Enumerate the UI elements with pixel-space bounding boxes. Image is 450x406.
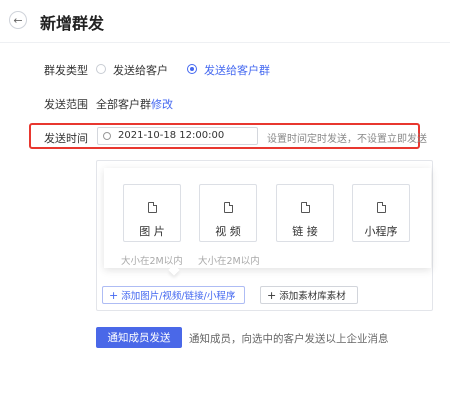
add-content-label: 添加图片/视频/链接/小程序 — [121, 291, 236, 302]
add-library-button[interactable]: + 添加素材库素材 — [260, 286, 358, 304]
time-hint: 设置时间定时发送，不设置立即发送 — [267, 134, 427, 145]
clock-icon — [103, 132, 111, 140]
link-file-icon — [301, 202, 310, 213]
radio-send-to-customer[interactable] — [96, 64, 106, 74]
page-title: 新增群发 — [40, 14, 105, 33]
notify-description: 通知成员，向选中的客户发送以上企业消息 — [189, 333, 389, 345]
material-card-label: 链 接 — [292, 225, 318, 238]
size-note-video: 大小在2M以内 — [198, 256, 260, 267]
add-content-button[interactable]: + 添加图片/视频/链接/小程序 — [102, 286, 245, 304]
datetime-picker[interactable]: 2021-10-18 12:00:00 — [97, 127, 258, 145]
header-divider — [0, 42, 450, 43]
notify-members-button[interactable]: 通知成员发送 — [96, 327, 182, 348]
add-library-label: 添加素材库素材 — [279, 291, 346, 302]
material-card-label: 小程序 — [364, 225, 398, 238]
range-value: 全部客户群 — [96, 98, 151, 111]
material-card-label: 图 片 — [139, 225, 165, 238]
material-card-label: 视 频 — [215, 225, 241, 238]
mini-program-file-icon — [377, 202, 386, 213]
radio-send-to-group[interactable] — [187, 64, 197, 74]
video-file-icon — [224, 202, 233, 213]
radio-label-group[interactable]: 发送给客户群 — [204, 62, 270, 78]
plus-icon: + — [267, 288, 277, 302]
type-label: 群发类型 — [44, 64, 88, 77]
arrow-left-icon: ← — [13, 13, 23, 27]
range-edit-link[interactable]: 修改 — [151, 96, 173, 112]
material-card-video[interactable]: 视 频 — [199, 184, 257, 242]
page: ← 新增群发 群发类型 发送给客户 发送给客户群 发送范围 全部客户群 修改 发… — [0, 0, 450, 406]
header: ← 新增群发 — [0, 0, 450, 42]
material-card-mini-program[interactable]: 小程序 — [352, 184, 410, 242]
time-label: 发送时间 — [44, 132, 88, 145]
back-button[interactable]: ← — [9, 11, 27, 29]
radio-label-customer[interactable]: 发送给客户 — [113, 62, 168, 78]
range-label: 发送范围 — [44, 98, 88, 111]
material-card-image[interactable]: 图 片 — [123, 184, 181, 242]
image-file-icon — [148, 202, 157, 213]
material-card-link[interactable]: 链 接 — [276, 184, 334, 242]
plus-icon: + — [109, 288, 119, 302]
datetime-value: 2021-10-18 12:00:00 — [118, 130, 225, 141]
